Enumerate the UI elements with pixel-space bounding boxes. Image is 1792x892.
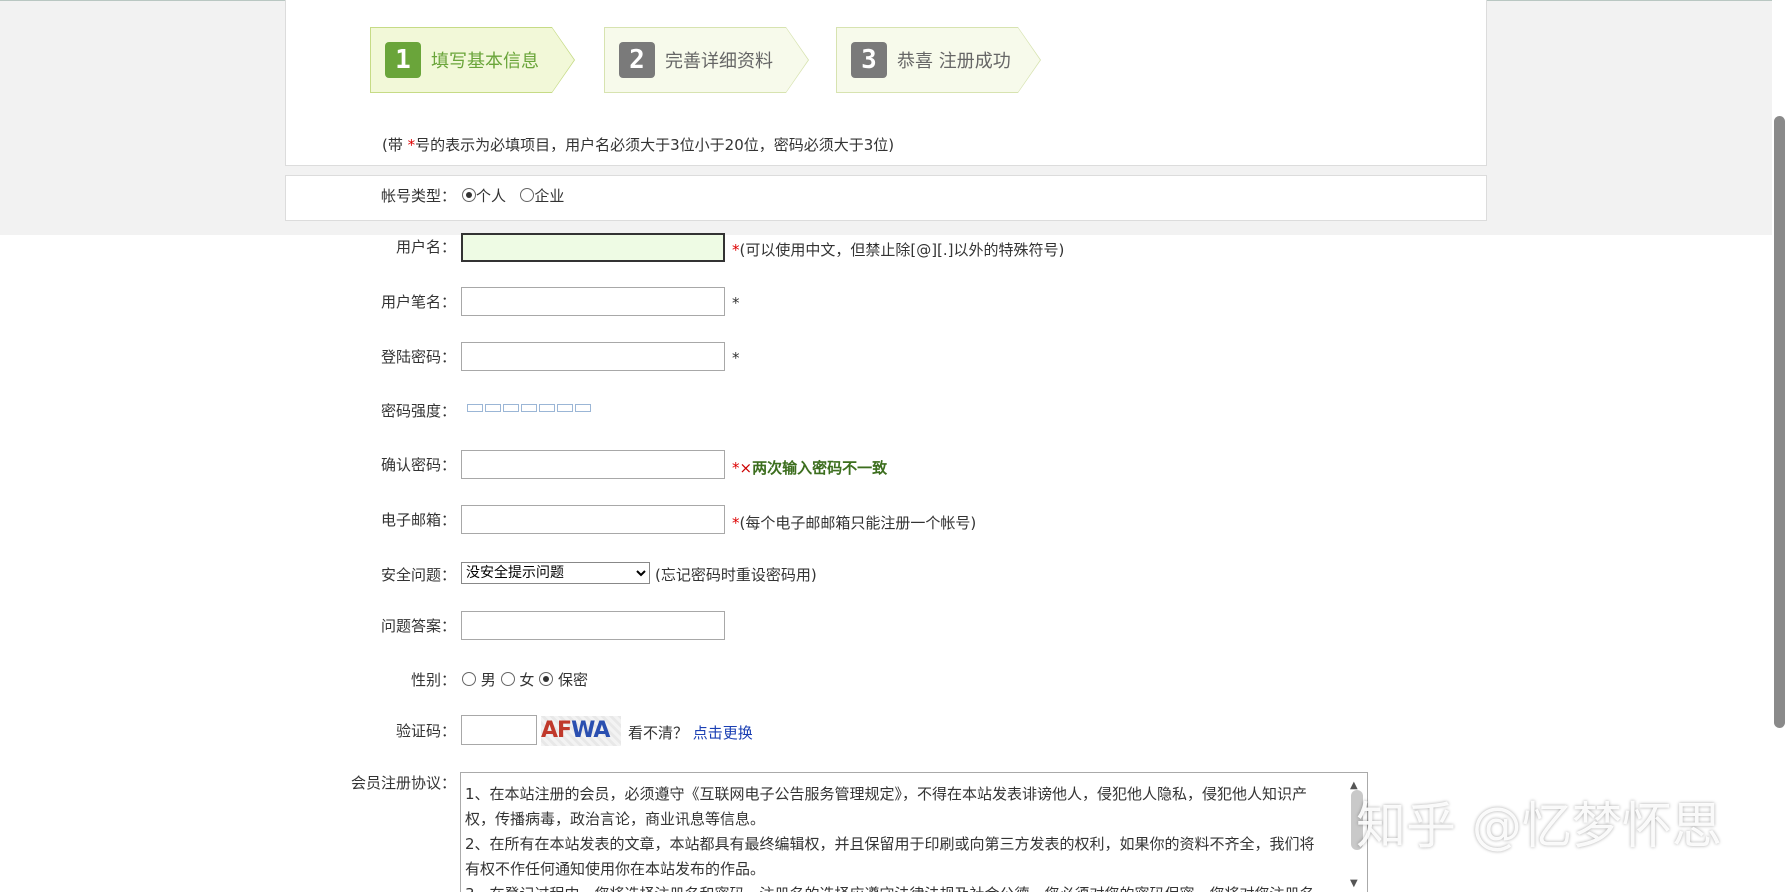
account-type-company-radio[interactable] bbox=[520, 188, 535, 202]
note-star: * bbox=[407, 136, 416, 154]
nickname-label: 用户笔名： bbox=[380, 293, 456, 311]
captcha-input[interactable] bbox=[461, 715, 537, 745]
page-scrollbar-thumb[interactable] bbox=[1774, 116, 1785, 728]
password-required-mark: * bbox=[732, 349, 740, 367]
agreement-paragraph-1: 1、在本站注册的会员，必须遵守《互联网电子公告服务管理规定》，不得在本站发表诽谤… bbox=[465, 785, 1308, 828]
captcha-refresh-link[interactable]: 点击更换 bbox=[693, 724, 753, 742]
required-note: (带 *号的表示为必填项目，用户名必须大于3位小于20位，密码必须大于3位) bbox=[382, 134, 894, 155]
email-label: 电子邮箱： bbox=[380, 511, 456, 529]
account-type-personal-label: 个人 bbox=[476, 187, 507, 205]
confirm-password-input[interactable] bbox=[461, 450, 725, 479]
password-label: 登陆密码： bbox=[380, 348, 456, 366]
password-strength-label: 密码强度： bbox=[380, 402, 456, 420]
strength-segment bbox=[485, 404, 501, 412]
strength-segment bbox=[539, 404, 555, 412]
captcha-image[interactable]: AFWA bbox=[541, 716, 621, 746]
step-3-label: 恭喜 注册成功 bbox=[897, 51, 1011, 72]
confirm-password-label: 确认密码： bbox=[380, 456, 456, 474]
agreement-textarea[interactable]: 1、在本站注册的会员，必须遵守《互联网电子公告服务管理规定》，不得在本站发表诽谤… bbox=[460, 772, 1368, 892]
security-question-select[interactable]: 没安全提示问题 bbox=[461, 562, 650, 584]
username-input[interactable] bbox=[461, 233, 725, 262]
strength-segment bbox=[467, 404, 483, 412]
agreement-scroll-down-icon[interactable]: ▼ bbox=[1350, 878, 1358, 889]
nickname-input[interactable] bbox=[461, 287, 725, 316]
account-type-label: 帐号类型： bbox=[380, 187, 456, 205]
confirm-password-error: *×两次输入密码不一致 bbox=[732, 457, 887, 478]
step-3-number-icon: 3 bbox=[851, 42, 887, 78]
strength-segment bbox=[503, 404, 519, 412]
step-2-label: 完善详细资料 bbox=[665, 51, 773, 72]
captcha-prompt: 看不清？ bbox=[628, 724, 689, 742]
confirm-required-mark: * bbox=[732, 459, 740, 477]
gender-label: 性别： bbox=[410, 671, 456, 689]
agreement-paragraph-3: 3、在登记过程中，您将选择注册名和密码。注册名的选择应遵守法律法规及社会公德。您… bbox=[465, 882, 1321, 892]
step-1-number-icon: 1 bbox=[385, 42, 421, 78]
captcha-text-2: WA bbox=[571, 718, 610, 743]
gender-male-label: 男 bbox=[480, 671, 496, 689]
gender-female-label: 女 bbox=[519, 671, 535, 689]
email-hint-text: (每个电子邮邮箱只能注册一个帐号) bbox=[739, 514, 977, 532]
note-suffix: 号的表示为必填项目，用户名必须大于3位小于20位，密码必须大于3位) bbox=[415, 136, 895, 154]
captcha-text-1: AF bbox=[541, 718, 572, 743]
nickname-required-mark: * bbox=[732, 294, 740, 312]
strength-segment bbox=[575, 404, 591, 412]
account-type-personal-radio[interactable] bbox=[462, 188, 476, 202]
confirm-error-text: 两次输入密码不一致 bbox=[752, 459, 888, 477]
email-required-mark: * bbox=[732, 514, 740, 532]
strength-segment bbox=[521, 404, 537, 412]
note-prefix: (带 bbox=[382, 136, 408, 154]
account-type-company-label: 企业 bbox=[534, 187, 565, 205]
agreement-label: 会员注册协议： bbox=[350, 774, 456, 792]
step-3-success: 3 恭喜 注册成功 bbox=[836, 27, 1041, 93]
email-hint: *(每个电子邮邮箱只能注册一个帐号) bbox=[732, 512, 976, 533]
error-x-icon: × bbox=[739, 459, 753, 477]
password-input[interactable] bbox=[461, 342, 725, 371]
strength-segment bbox=[557, 404, 573, 412]
gender-secret-radio[interactable] bbox=[539, 672, 554, 686]
step-2-number-icon: 2 bbox=[619, 42, 655, 78]
account-type-options: 个人 企业 bbox=[462, 185, 564, 206]
email-input[interactable] bbox=[461, 505, 725, 534]
watermark: 知乎 @忆梦怀思 bbox=[1356, 797, 1722, 855]
answer-label: 问题答案： bbox=[380, 617, 456, 635]
gender-options: 男 女 保密 bbox=[462, 669, 588, 690]
username-label: 用户名： bbox=[395, 238, 456, 256]
agreement-paragraph-2: 2、在所有在本站发表的文章，本站都具有最终编辑权，并且保留用于印刷或向第三方发表… bbox=[465, 835, 1315, 878]
step-2-complete-details: 2 完善详细资料 bbox=[604, 27, 809, 93]
username-hint: *(可以使用中文，但禁止除[@][.]以外的特殊符号) bbox=[732, 239, 1064, 260]
security-question-label: 安全问题： bbox=[380, 566, 456, 584]
answer-input[interactable] bbox=[461, 611, 725, 640]
captcha-label: 验证码： bbox=[395, 722, 456, 740]
username-required-mark: * bbox=[732, 241, 740, 259]
gender-male-radio[interactable] bbox=[462, 672, 476, 686]
username-hint-text: (可以使用中文，但禁止除[@][.]以外的特殊符号) bbox=[739, 241, 1065, 259]
step-1-label: 填写基本信息 bbox=[431, 51, 539, 72]
captcha-refresh: 看不清？ 点击更换 bbox=[628, 722, 753, 743]
gender-secret-label: 保密 bbox=[557, 671, 588, 689]
step-1-fill-basic-info: 1 填写基本信息 bbox=[370, 27, 575, 93]
security-question-hint: (忘记密码时重设密码用) bbox=[655, 566, 817, 584]
gender-female-radio[interactable] bbox=[500, 672, 515, 686]
password-strength-meter bbox=[467, 404, 591, 412]
